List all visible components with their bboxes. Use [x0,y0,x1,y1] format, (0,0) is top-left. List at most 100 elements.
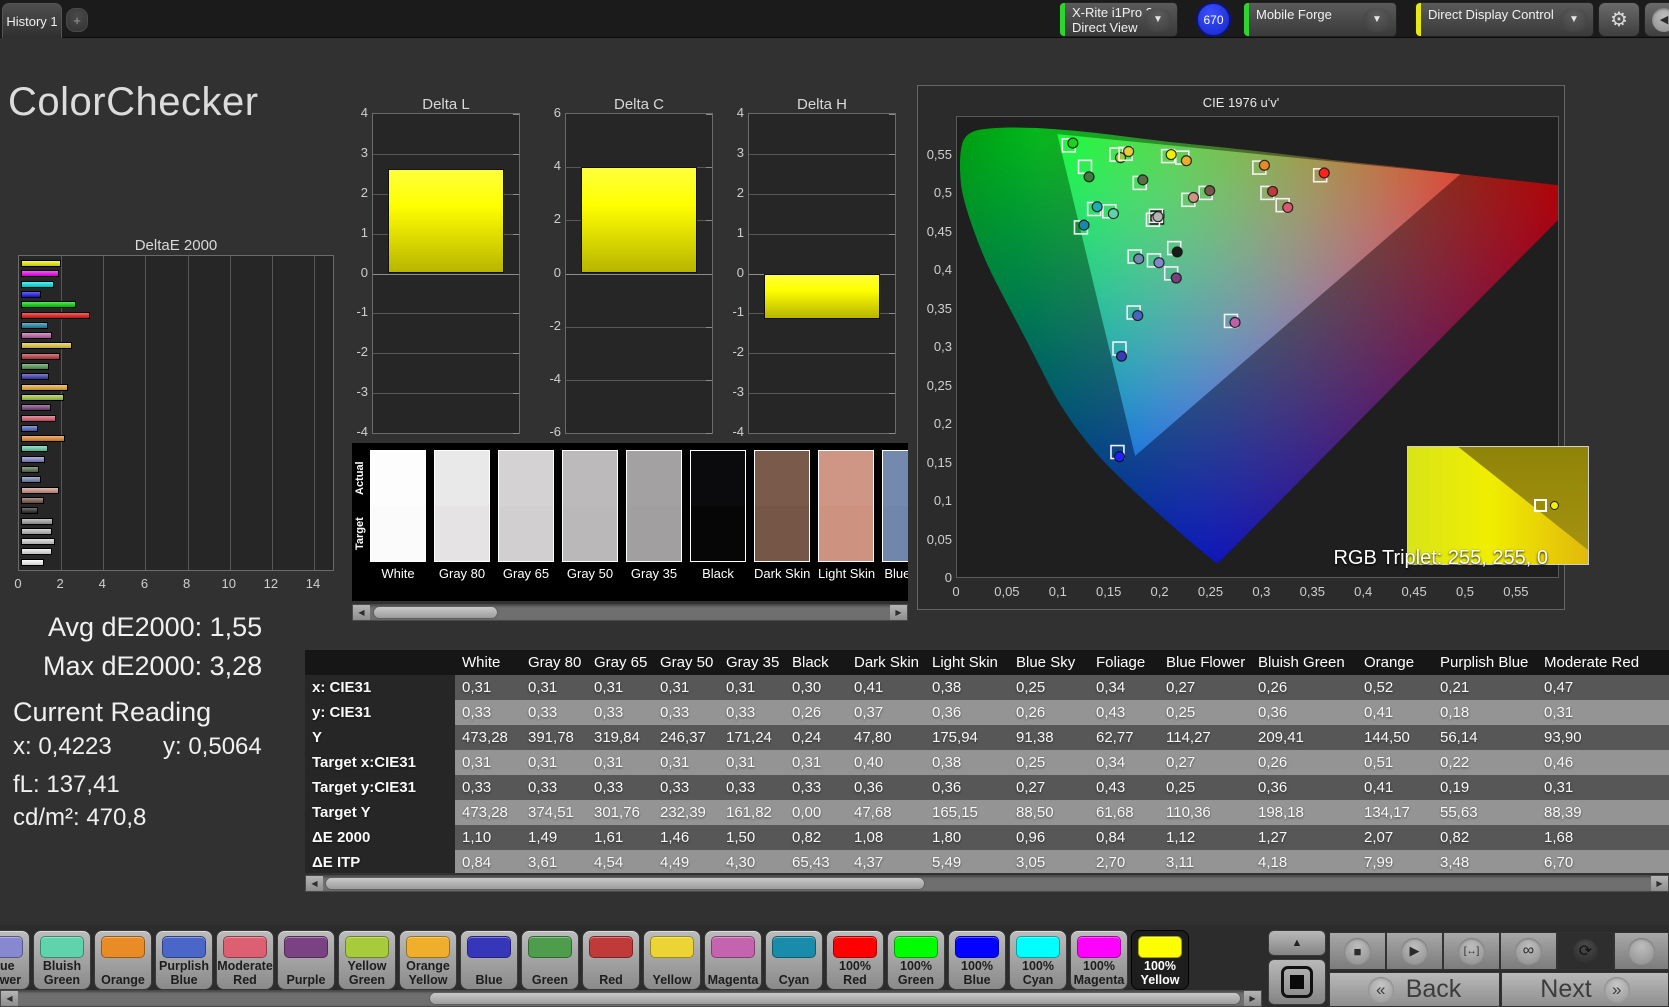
patch-button-label: Blue [475,972,503,987]
table-cell: 209,41 [1258,729,1304,746]
blank-transport-button[interactable] [1614,932,1669,970]
tab-history-1[interactable]: History 1 [2,3,62,38]
table-header-cell: Gray 35 [726,654,780,671]
deltae-x-tick: 10 [221,576,236,591]
patch-button-yellow-green[interactable]: Yellow Green [338,930,396,990]
swatch-scrollbar[interactable]: ◀ ▶ [352,604,908,621]
deltae-bar [21,270,60,278]
settings-button[interactable]: ⚙ [1598,2,1640,37]
delta-right-tick [513,193,519,195]
patch-button-100-red[interactable]: 100% Red [826,930,884,990]
patch-button-blue-flower[interactable]: Blue Flower [0,930,30,990]
patch-button-cyan[interactable]: Cyan [765,930,823,990]
patch-button-100-magenta[interactable]: 100% Magenta [1070,930,1128,990]
patch-button-green[interactable]: Green [521,930,579,990]
scroll-left-icon[interactable]: ◀ [1,991,18,1006]
reading-y: y: 0,5064 [163,733,262,760]
add-tab-button[interactable]: + [66,8,88,32]
pattern-list-expand-button[interactable]: ▲ [1268,930,1326,956]
back-button[interactable]: « Back [1329,972,1500,1007]
patch-button-purple[interactable]: Purple [277,930,335,990]
delta-right-tick [513,233,519,235]
table-cell: 1,49 [528,829,558,846]
table-cell: 0,31 [726,679,756,696]
play-icon: ▶ [1401,937,1428,965]
collapse-panel-button[interactable]: ◀ [1644,2,1669,37]
patch-button-red[interactable]: Red [582,930,640,990]
patch-button-label: Red [599,972,623,987]
table-cell: 0,34 [1096,754,1126,771]
patch-button-label: Purple [286,972,326,987]
swatch-name: Dark Skin [754,566,811,581]
patch-button-label: Cyan [778,972,810,987]
next-label: Next [1540,975,1592,1003]
swatch-scroll-thumb[interactable] [373,606,498,619]
delta-y-tick: 0 [736,264,744,280]
meter-count-badge[interactable]: 670 [1196,2,1231,37]
cie-actual-marker [1091,201,1103,213]
table-scroll-thumb[interactable] [325,877,925,890]
deltae-bar [21,435,65,443]
swatch-actual [819,451,873,506]
table-cell: 0,21 [1440,679,1470,696]
patch-button-orange-yellow[interactable]: Orange Yellow [399,930,457,990]
table-header-cell: Black [792,654,829,671]
delta-right-tick [513,433,519,434]
play-button[interactable]: ▶ [1386,932,1443,970]
pattern-window-button[interactable] [1268,959,1326,1005]
patch-color-chip [833,936,877,958]
table-cell: 4,49 [660,854,690,871]
table-row-label: x: CIE31 [305,675,455,700]
patch-button-orange[interactable]: Orange [94,930,152,990]
scroll-left-icon[interactable]: ◀ [306,876,323,891]
scroll-left-icon[interactable]: ◀ [353,605,370,620]
delta-y-tick: -4 [549,370,561,386]
patch-button-blue[interactable]: Blue [460,930,518,990]
patch-button-label: Blue Flower [0,959,22,987]
delta-right-tick [889,114,895,115]
patch-button-bluish-green[interactable]: Bluish Green [33,930,91,990]
delta-right-tick [706,326,712,328]
cie-actual-marker [1113,451,1126,463]
patch-button-magenta[interactable]: Magenta [704,930,762,990]
next-button[interactable]: Next » [1501,972,1669,1007]
source-dropdown[interactable]: Mobile Forge ▼ [1243,2,1397,37]
table-cell: 5,49 [932,854,962,871]
patch-button-100-yellow[interactable]: 100% Yellow [1131,930,1189,990]
patch-button-100-blue[interactable]: 100% Blue [948,930,1006,990]
scroll-right-icon[interactable]: ▶ [890,605,907,620]
delta-y-tick: -6 [549,424,561,439]
table-cell: 0,31 [528,754,558,771]
table-cell: 0,31 [660,679,690,696]
table-cell: 1,08 [854,829,884,846]
display-control-dropdown[interactable]: Direct Display Control ▼ [1415,2,1594,37]
toolbar-scrollbar[interactable]: ◀ ▶ [0,990,1262,1007]
scroll-right-icon[interactable]: ▶ [1244,991,1261,1006]
delta-gridline [373,273,519,275]
table-scrollbar[interactable]: ◀ ▶ [305,875,1669,892]
stop-button[interactable]: ■ [1329,932,1386,970]
cie-actual-marker [1204,185,1216,197]
meter-dropdown[interactable]: X-Rite i1Pro 3 Direct View ▼ [1059,2,1178,37]
patch-button-moderate-red[interactable]: Moderate Red [216,930,274,990]
patch-button-yellow[interactable]: Yellow [643,930,701,990]
table-cell: 1,80 [932,829,962,846]
table-row-label: ΔE ITP [305,850,455,873]
cie-x-tick: 0,1 [1048,584,1067,599]
patch-button-purplish-blue[interactable]: Purplish Blue [155,930,213,990]
loop-button[interactable]: ⟳ [1557,932,1614,970]
patch-button-100-green[interactable]: 100% Green [887,930,945,990]
deltae-gridline [229,256,231,570]
swatch-box [370,450,426,562]
pattern-size-button[interactable]: [↔] [1443,932,1500,970]
scroll-right-icon[interactable]: ▶ [1651,876,1668,891]
patch-button-100-cyan[interactable]: 100% Cyan [1009,930,1067,990]
toolbar-scroll-thumb[interactable] [429,992,1241,1005]
table-cell: 246,37 [660,729,706,746]
table-cell: 62,77 [1096,729,1134,746]
continuous-read-button[interactable]: ∞ [1500,932,1557,970]
table-cell: 374,51 [528,804,574,821]
deltae-x-tick: 8 [182,576,191,591]
table-cell: 0,25 [1166,779,1196,796]
table-cell: 4,54 [594,854,624,871]
